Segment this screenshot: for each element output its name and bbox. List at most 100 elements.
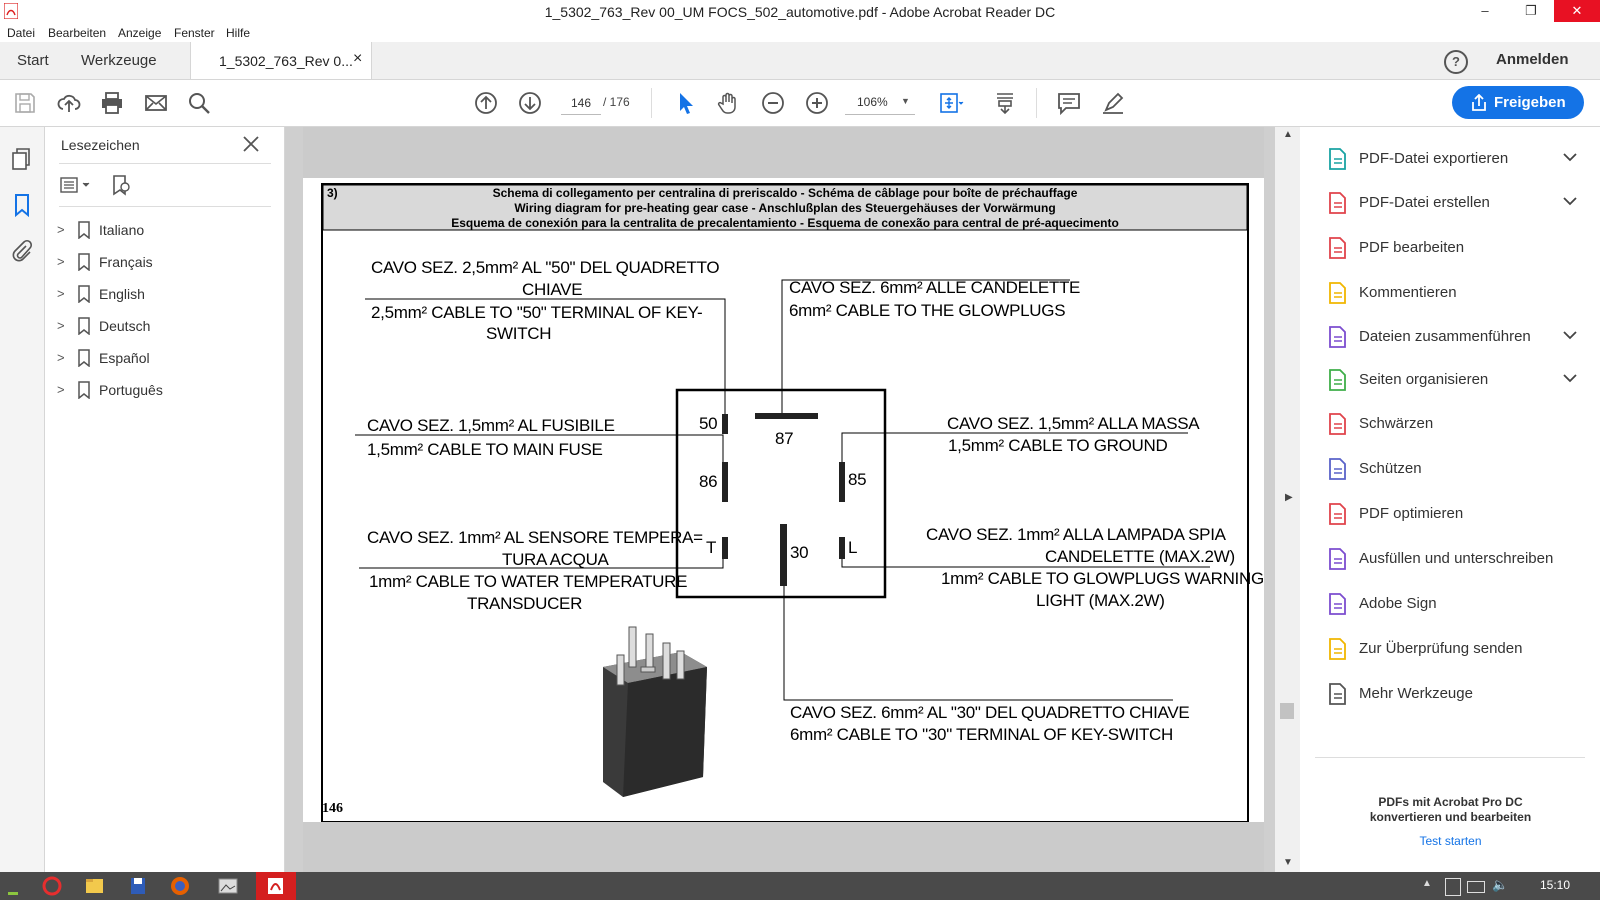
tool-item[interactable]: PDF-Datei exportieren — [1325, 145, 1585, 175]
chevron-right-icon[interactable]: > — [57, 318, 65, 333]
tool-item[interactable]: Schwärzen — [1325, 410, 1585, 440]
bookmark-item[interactable]: > Deutsch — [57, 316, 267, 340]
bookmark-icon — [78, 221, 90, 239]
menu-bearbeiten[interactable]: Bearbeiten — [48, 26, 106, 40]
minimize-button[interactable]: – — [1462, 0, 1508, 22]
pin-L-terminal — [839, 537, 845, 559]
help-icon[interactable]: ? — [1444, 50, 1468, 74]
tab-document[interactable]: 1_5302_763_Rev 0... × — [190, 42, 372, 79]
chevron-down-icon[interactable] — [1563, 149, 1577, 165]
page-up-icon[interactable] — [473, 90, 499, 116]
attachments-icon[interactable] — [11, 239, 33, 263]
email-icon[interactable] — [143, 90, 169, 116]
pin-T-label: T — [706, 538, 716, 557]
panel-divider — [1315, 757, 1585, 758]
bookmark-options-icon[interactable] — [59, 175, 93, 195]
chevron-down-icon[interactable] — [1563, 327, 1577, 343]
page-down-icon[interactable] — [517, 90, 543, 116]
save-app-icon[interactable] — [120, 874, 156, 898]
tool-item[interactable]: Adobe Sign — [1325, 590, 1585, 620]
scrollbar-thumb[interactable] — [1280, 703, 1294, 719]
tool-item[interactable]: Seiten organisieren — [1325, 366, 1585, 396]
bookmark-icon — [78, 285, 90, 303]
search-icon[interactable] — [186, 90, 212, 116]
page-thumbnails-icon[interactable] — [11, 147, 33, 171]
bookmark-icon — [78, 381, 90, 399]
tool-item[interactable]: PDF optimieren — [1325, 500, 1585, 530]
highlight-icon[interactable] — [1100, 90, 1126, 116]
print-icon[interactable] — [99, 90, 125, 116]
start-indicator[interactable] — [8, 892, 18, 895]
tool-item[interactable]: PDF bearbeiten — [1325, 234, 1585, 264]
new-bookmark-icon[interactable] — [110, 174, 132, 196]
tool-item[interactable]: PDF-Datei erstellen — [1325, 189, 1585, 219]
chevron-right-icon[interactable]: > — [57, 222, 65, 237]
network-icon[interactable] — [1445, 878, 1461, 896]
trial-link[interactable]: Test starten — [1301, 834, 1600, 848]
chevron-down-icon[interactable] — [1563, 370, 1577, 386]
tool-item[interactable]: Ausfüllen und unterschreiben — [1325, 545, 1585, 575]
restore-button[interactable]: ❐ — [1508, 0, 1554, 22]
chevron-right-icon[interactable]: > — [57, 286, 65, 301]
zoom-select[interactable]: 106% ▼ — [845, 92, 915, 115]
save-icon[interactable] — [12, 90, 38, 116]
tool-item[interactable]: Zur Überprüfung senden — [1325, 635, 1585, 665]
tab-start[interactable]: Start — [17, 42, 49, 79]
chevron-right-icon[interactable]: > — [57, 350, 65, 365]
file-explorer-icon[interactable] — [76, 874, 112, 898]
volume-icon[interactable]: 🔈 — [1492, 877, 1508, 893]
tools-panel: PDF-Datei exportieren PDF-Datei erstellen… — [1301, 127, 1600, 872]
battery-icon[interactable] — [1467, 881, 1485, 893]
zoom-out-icon[interactable] — [760, 90, 786, 116]
tab-close-icon[interactable]: × — [353, 50, 362, 68]
warning-lamp-it-line2: CANDELETTE (MAX.2W) — [1045, 547, 1235, 566]
menu-anzeige[interactable]: Anzeige — [118, 26, 161, 40]
zoom-in-icon[interactable] — [804, 90, 830, 116]
menu-hilfe[interactable]: Hilfe — [226, 26, 250, 40]
scroll-down-icon[interactable]: ▼ — [1283, 857, 1293, 868]
tool-item[interactable]: Mehr Werkzeuge — [1325, 680, 1585, 710]
chevron-down-icon[interactable] — [1563, 193, 1577, 209]
collapse-right-panel-icon[interactable]: ▶ — [1285, 492, 1293, 503]
menu-datei[interactable]: Datei — [7, 26, 35, 40]
temp-sensor-it-line1: CAVO SEZ. 1mm² AL SENSORE TEMPERA= — [367, 528, 703, 547]
page-number-input[interactable] — [561, 92, 601, 115]
bookmark-item[interactable]: > Español — [57, 348, 267, 372]
close-icon[interactable] — [242, 135, 260, 153]
hand-icon[interactable] — [716, 90, 742, 116]
document-viewport[interactable]: 3) Schema di collegamento per centralina… — [285, 127, 1300, 872]
image-app-icon[interactable] — [210, 874, 246, 898]
scroll-mode-icon[interactable] — [992, 90, 1018, 116]
upload-icon[interactable] — [56, 90, 82, 116]
scroll-up-icon[interactable]: ▲ — [1283, 129, 1293, 140]
share-label: Freigeben — [1494, 94, 1566, 111]
glowplug-it: CAVO SEZ. 6mm² ALLE CANDELETTE — [789, 278, 1080, 297]
bookmark-item[interactable]: > English — [57, 284, 267, 308]
zoom-value: 106% — [857, 95, 888, 109]
bookmarks-icon[interactable] — [13, 193, 31, 217]
tab-tools[interactable]: Werkzeuge — [81, 42, 157, 79]
tool-label: PDF-Datei exportieren — [1359, 150, 1509, 167]
chevron-right-icon[interactable]: > — [57, 254, 65, 269]
tool-item[interactable]: Dateien zusammenführen — [1325, 323, 1585, 353]
acrobat-task-icon[interactable] — [256, 872, 296, 900]
tray-expand-icon[interactable]: ▲ — [1422, 878, 1432, 889]
comment-icon[interactable] — [1056, 90, 1082, 116]
bookmark-item[interactable]: > Português — [57, 380, 267, 404]
page-total: / 176 — [603, 95, 630, 109]
signin-link[interactable]: Anmelden — [1496, 51, 1569, 68]
close-button[interactable]: ✕ — [1554, 0, 1600, 22]
select-icon[interactable] — [672, 90, 698, 116]
opera-icon[interactable] — [34, 874, 70, 898]
fuse-it: CAVO SEZ. 1,5mm² AL FUSIBILE — [367, 416, 615, 435]
tool-item[interactable]: Kommentieren — [1325, 279, 1585, 309]
bookmark-item[interactable]: > Français — [57, 252, 267, 276]
tool-item[interactable]: Schützen — [1325, 455, 1585, 485]
share-button[interactable]: Freigeben — [1452, 86, 1584, 119]
firefox-icon[interactable] — [162, 874, 198, 898]
fit-icon[interactable] — [938, 90, 964, 116]
menu-fenster[interactable]: Fenster — [174, 26, 215, 40]
chevron-right-icon[interactable]: > — [57, 382, 65, 397]
bookmark-item[interactable]: > Italiano — [57, 220, 267, 244]
tool-label: Mehr Werkzeuge — [1359, 685, 1473, 702]
